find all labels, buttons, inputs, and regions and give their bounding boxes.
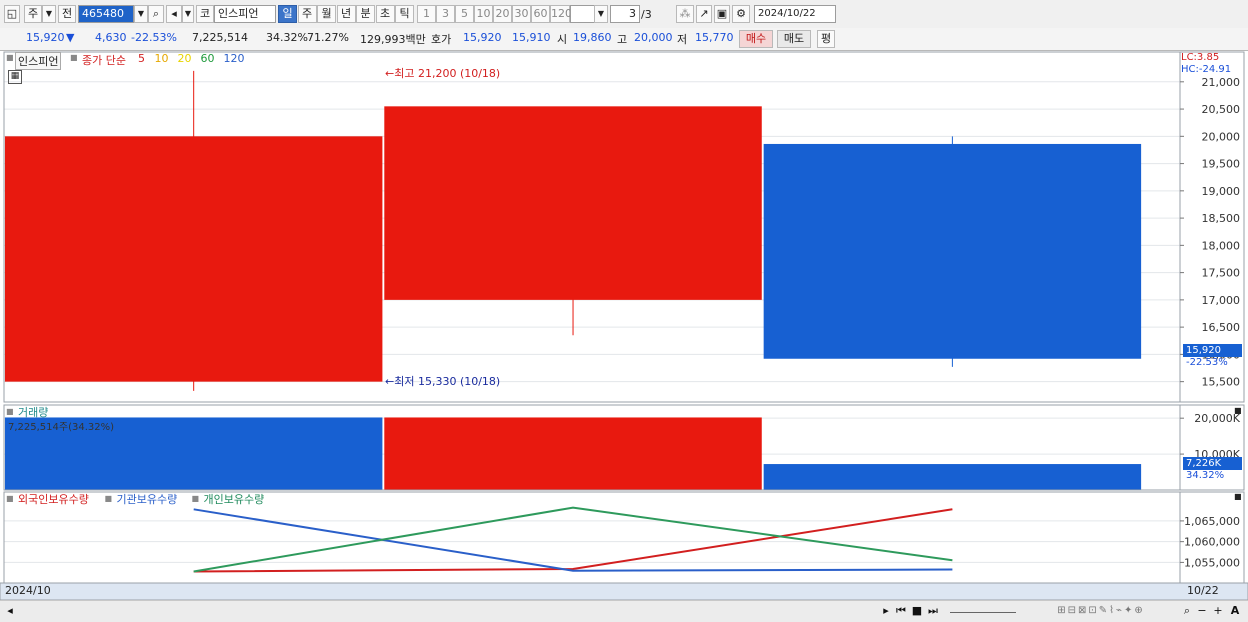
holding-tick-label: 1,065,000 [1184,515,1240,528]
ma-period-1: 10 [154,52,169,65]
ma-label: 종가 단순 [82,54,126,67]
volume-info: 7,225,514주(34.32%) [8,422,115,433]
panel-marker-icon: ■ [70,53,78,62]
price-tick-label: 19,000 [1202,185,1241,198]
candle-body [763,143,1142,359]
stop-icon[interactable]: ■ [910,604,924,618]
x-axis-start-label: 2024/10 [5,584,51,597]
holding-tick-label: 1,055,000 [1184,556,1240,569]
candle-body [384,106,762,300]
ma-period-2: 20 [177,52,192,65]
panel-marker-icon: ■ [191,494,200,503]
ma-period-4: 120 [223,52,245,65]
panel-marker-icon: ■ [6,53,14,62]
panel-marker-icon: ■ [6,494,14,503]
lc-label: LC:3.85 [1181,52,1220,63]
left-arrow-icon: ← [385,67,395,80]
left-arrow-icon: ← [385,375,395,388]
scroll-left-icon[interactable]: ◂ [4,604,16,618]
calendar-icon[interactable]: ▦ [8,70,22,84]
panel-marker-icon: ■ [104,494,113,503]
current-price-tag: 15,920 [1183,344,1242,357]
x-axis-band [0,582,1248,600]
price-tick-label: 17,500 [1202,267,1241,280]
price-tick-label: 15,500 [1202,376,1241,389]
holding-legend-0: 외국인보유수량 [18,493,89,506]
price-tick-label: 19,500 [1202,158,1241,171]
close-panel-icon[interactable]: ■ [1234,492,1242,501]
zoom-icon[interactable]: ⌕ [1180,604,1194,618]
high-annotation: ←최고 21,200 (10/18) [385,65,500,81]
hc-label: HC:-24.91 [1181,64,1232,75]
panel-frame [3,491,1245,584]
play-icon[interactable]: ▸ [880,604,892,618]
price-tick-label: 16,500 [1202,321,1241,334]
minus-icon[interactable]: − [1196,604,1208,618]
price-tick-label: 17,000 [1202,294,1241,307]
panel-marker-icon: ■ [6,407,14,416]
price-tick-label: 20,000 [1202,130,1241,143]
drawing-tools-icons[interactable]: ⊞⊟⊠⊡✎⌇⌁✦⊕ [1026,604,1176,618]
bottom-scrollbar[interactable]: ◂ ▸ ⏮ ■ ⏭ ⊞⊟⊠⊡✎⌇⌁✦⊕ ⌕ − + A [0,600,1248,622]
low-annotation: ←최저 15,330 (10/18) [385,373,500,389]
price-tick-label: 21,000 [1202,76,1241,89]
ma-period-0: 5 [138,52,145,65]
holding-legend-1: 기관보유수량 [116,493,178,506]
holding-tick-label: 1,060,000 [1184,536,1240,549]
rewind-icon[interactable]: ⏮ [894,604,908,618]
x-axis-end-label: 10/22 [1187,584,1219,597]
ma-period-3: 60 [200,52,215,65]
candle-body [4,136,383,382]
fast-forward-icon[interactable]: ⏭ [926,604,940,618]
current-price-pct: -22.53% [1186,357,1228,368]
volume-tag: 7,226K [1183,457,1242,470]
volume-pct-label: 34.32% [1186,470,1225,481]
high-annotation-text: 최고 21,200 (10/18) [394,67,501,80]
volume-bar [384,417,762,490]
low-annotation-text: 최저 15,330 (10/18) [394,375,501,388]
price-tick-label: 18,500 [1202,212,1241,225]
holding-legend-2: 개인보유수량 [203,493,265,506]
volume-bar [763,464,1142,490]
close-panel-icon[interactable]: ■ [1234,406,1242,415]
price-tick-label: 18,000 [1202,239,1241,252]
chart-area[interactable]: 21,000 20,500 20,000 19,500 19,000 18,500 18,0… [0,0,1248,600]
price-tick-label: 20,500 [1202,103,1241,116]
auto-scale-icon[interactable]: A [1228,604,1242,618]
holding-series-line-1 [193,508,953,572]
stock-label[interactable]: 인스피언 [15,52,62,70]
zoom-slider[interactable] [950,604,1016,613]
plus-icon[interactable]: + [1212,604,1224,618]
